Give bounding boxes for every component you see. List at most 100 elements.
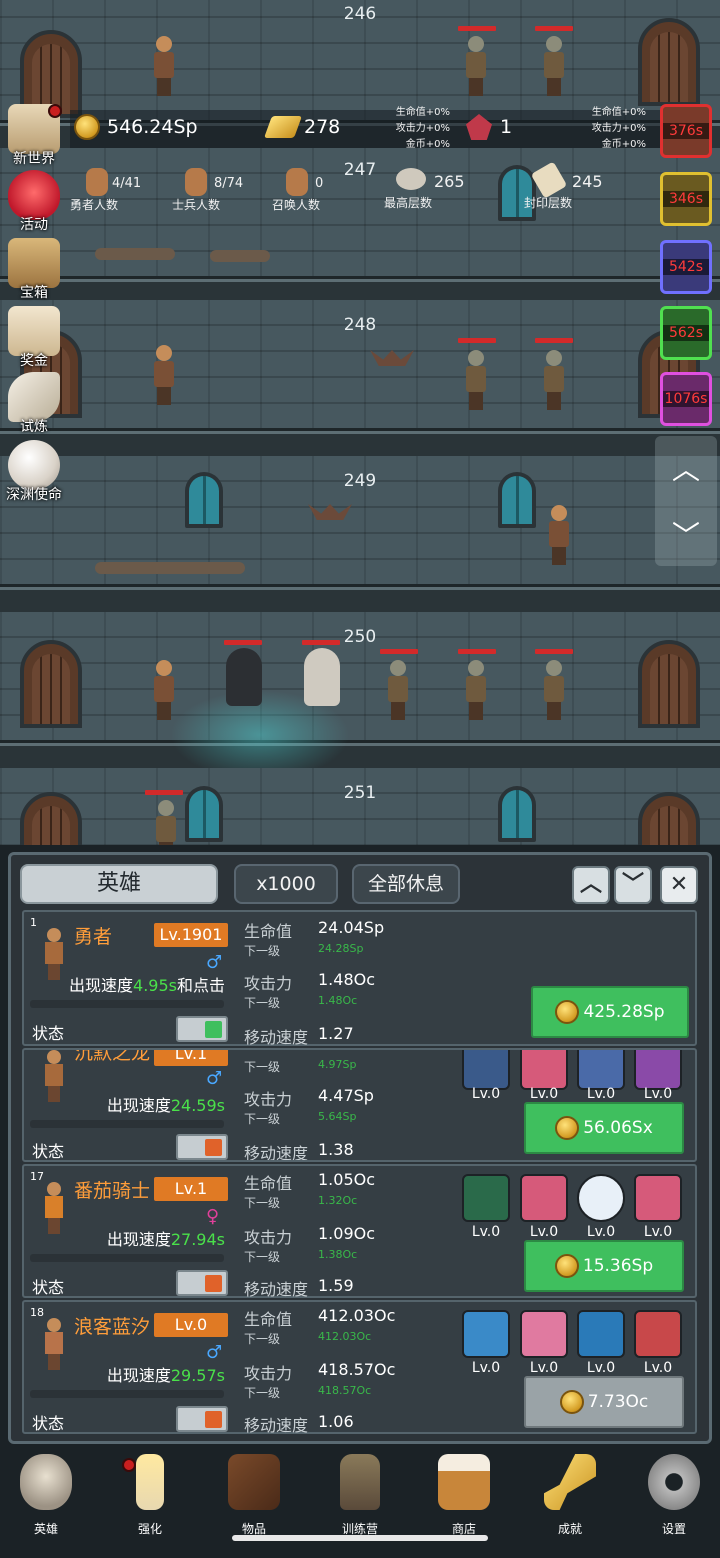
divider bbox=[30, 1120, 224, 1128]
toggle-indicator bbox=[205, 1021, 222, 1038]
warrior-skill-icon[interactable] bbox=[634, 1050, 682, 1090]
hero-card: 沉默之龙 Lv.1 ♂ 出现速度24.59s 状态 下一级 4.97Sp 攻击力… bbox=[22, 1048, 697, 1162]
hp-value: 412.03Oc bbox=[318, 1306, 396, 1325]
hp-value: 1.05Oc bbox=[318, 1170, 376, 1189]
nav-achievements[interactable]: 成就 bbox=[530, 1454, 610, 1538]
fallen-unit bbox=[95, 248, 175, 260]
hero-count-value: 4/41 bbox=[112, 176, 142, 191]
enemy-hp-bar bbox=[535, 338, 573, 343]
nav-items[interactable]: 物品 bbox=[214, 1454, 294, 1538]
collapse-up-button[interactable]: ︿ bbox=[572, 866, 610, 904]
sword-skill-icon[interactable] bbox=[520, 1050, 568, 1090]
hero-count-label: 勇者人数 bbox=[70, 198, 119, 212]
dungeon-window bbox=[185, 472, 223, 528]
enemy-hp-bar bbox=[535, 649, 573, 654]
zombie-enemy bbox=[540, 350, 568, 410]
state-toggle[interactable] bbox=[176, 1270, 228, 1296]
scroll-down-arrow-icon[interactable]: ﹀ bbox=[655, 514, 717, 554]
mace-skill-icon[interactable] bbox=[462, 1310, 510, 1358]
zombie-enemy bbox=[462, 350, 490, 410]
menu-chest[interactable]: 宝箱 bbox=[2, 238, 66, 301]
body-skill-icon[interactable] bbox=[577, 1174, 625, 1222]
summon-count-label: 召唤人数 bbox=[272, 198, 321, 212]
state-toggle[interactable] bbox=[176, 1016, 228, 1042]
hero-level-badge: Lv.1901 bbox=[154, 923, 228, 947]
boots-skill-icon[interactable] bbox=[634, 1174, 682, 1222]
shield-skill-icon[interactable] bbox=[462, 1050, 510, 1090]
menu-trial[interactable]: 试炼 bbox=[2, 372, 66, 435]
appear-speed: 出现速度27.94s bbox=[106, 1230, 225, 1249]
summon-count-icon bbox=[286, 168, 308, 196]
hero-portrait bbox=[42, 1182, 66, 1236]
male-gender-icon: ♂ bbox=[206, 1068, 223, 1089]
boot-skill-icon[interactable] bbox=[577, 1310, 625, 1358]
nav-settings[interactable]: 设置 bbox=[634, 1454, 714, 1538]
state-toggle[interactable] bbox=[176, 1134, 228, 1160]
armor-skill-icon[interactable] bbox=[462, 1174, 510, 1222]
envelope-icon bbox=[8, 306, 60, 356]
blade-skill-icon[interactable] bbox=[520, 1174, 568, 1222]
upgrade-button-disabled[interactable]: 7.73Oc bbox=[524, 1376, 684, 1428]
dungeon-window bbox=[498, 786, 536, 842]
dungeon-window bbox=[498, 165, 536, 221]
dungeon-door bbox=[638, 640, 700, 728]
menu-events[interactable]: 活动 bbox=[2, 170, 66, 233]
atk-value: 1.48Oc bbox=[318, 970, 376, 989]
nav-shop[interactable]: 商店 bbox=[424, 1454, 504, 1538]
gem-amount: 1 bbox=[500, 116, 513, 138]
state-label: 状态 bbox=[32, 1142, 65, 1161]
timer-box-4[interactable]: 562s bbox=[660, 306, 712, 360]
move-speed-value: 1.27 bbox=[318, 1024, 354, 1043]
tab-hero[interactable]: 英雄 bbox=[20, 864, 218, 904]
expand-down-button[interactable]: ﹀ bbox=[614, 866, 652, 904]
timer-box-5[interactable]: 1076s bbox=[660, 372, 712, 426]
rest-all-button[interactable]: 全部休息 bbox=[352, 864, 460, 904]
summon-count-value: 0 bbox=[315, 176, 324, 191]
menu-abyss-mission[interactable]: 深渊使命 bbox=[2, 440, 66, 503]
gold-coin-icon bbox=[559, 1390, 584, 1414]
gold-coin-icon bbox=[74, 114, 100, 140]
floor-scroll-control: ︿ ﹀ bbox=[655, 436, 717, 566]
multiplier-button[interactable]: x1000 bbox=[234, 864, 338, 904]
gold-coin-icon bbox=[555, 1000, 580, 1024]
atk-next-value: 5.64Sp bbox=[318, 1110, 357, 1123]
upgrade-button[interactable]: 15.36Sp bbox=[524, 1240, 684, 1292]
hero-name: 番茄骑士 bbox=[74, 1180, 151, 1202]
toggle-indicator bbox=[205, 1411, 222, 1428]
divider bbox=[30, 1254, 224, 1262]
hero-name: 沉默之龙 bbox=[74, 1048, 151, 1064]
timer-box-1[interactable]: 376s bbox=[660, 104, 712, 158]
hero-portrait bbox=[42, 1050, 66, 1104]
hero-unit bbox=[150, 345, 178, 405]
hero-count-icon bbox=[86, 168, 108, 196]
zombie-enemy bbox=[384, 660, 412, 720]
divider bbox=[30, 1390, 224, 1398]
atk-value: 4.47Sp bbox=[318, 1086, 374, 1105]
menu-new-world[interactable]: 新世界 bbox=[2, 104, 66, 167]
male-gender-icon: ♂ bbox=[206, 952, 223, 973]
close-panel-button[interactable]: ✕ bbox=[660, 866, 698, 904]
nav-enhance[interactable]: 强化 bbox=[110, 1454, 190, 1538]
soldier-count-value: 8/74 bbox=[214, 176, 244, 191]
nav-hero[interactable]: 英雄 bbox=[6, 1454, 86, 1538]
chain-skill-icon[interactable] bbox=[634, 1310, 682, 1358]
hero-level-badge: Lv.1 bbox=[154, 1050, 228, 1066]
hero-card: 18 浪客蓝汐 Lv.0 ♂ 出现速度29.57s 状态 生命值 412.03O… bbox=[22, 1300, 697, 1435]
state-toggle[interactable] bbox=[176, 1406, 228, 1432]
divider bbox=[30, 1000, 224, 1008]
enemy-hp-bar bbox=[458, 649, 496, 654]
zombie-enemy bbox=[462, 660, 490, 720]
shuriken-skill-icon[interactable] bbox=[520, 1310, 568, 1358]
timer-box-3[interactable]: 542s bbox=[660, 240, 712, 294]
global-bonus-stats: 生命值+0% 攻击力+0% 金币+0% bbox=[591, 107, 646, 150]
timer-box-2[interactable]: 346s bbox=[660, 172, 712, 226]
upgrade-button[interactable]: 56.06Sx bbox=[524, 1102, 684, 1154]
atk-next-value: 418.57Oc bbox=[318, 1384, 372, 1397]
nav-training-camp[interactable]: 训练营 bbox=[320, 1454, 400, 1538]
male-gender-icon: ♂ bbox=[206, 1342, 223, 1363]
fist-skill-icon[interactable] bbox=[577, 1050, 625, 1090]
upgrade-button[interactable]: 425.28Sp bbox=[531, 986, 689, 1038]
scroll-up-arrow-icon[interactable]: ︿ bbox=[655, 448, 717, 488]
menu-bonus[interactable]: 奖金 bbox=[2, 306, 66, 369]
dungeon-door bbox=[638, 18, 700, 106]
